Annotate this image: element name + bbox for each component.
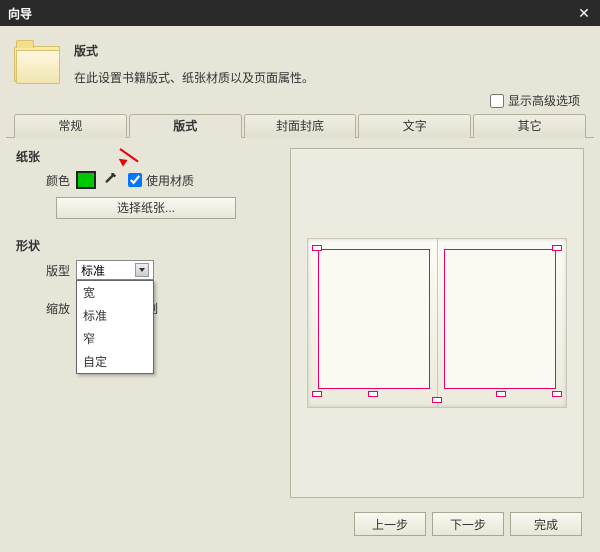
crop-handle[interactable] — [552, 245, 562, 251]
scale-label: 缩放 — [40, 300, 70, 317]
layout-option-standard[interactable]: 标准 — [77, 304, 153, 327]
prev-button[interactable]: 上一步 — [354, 512, 426, 536]
layout-option-narrow[interactable]: 窄 — [77, 327, 153, 350]
layout-option-custom[interactable]: 自定 — [77, 350, 153, 373]
preview-page-left — [318, 249, 430, 389]
crop-handle[interactable] — [312, 245, 322, 251]
use-material-checkbox[interactable]: 使用材质 — [128, 172, 194, 189]
color-swatch[interactable] — [76, 171, 96, 189]
next-button[interactable]: 下一步 — [432, 512, 504, 536]
annotation-arrow — [120, 148, 142, 150]
layout-type-label: 版型 — [40, 262, 70, 279]
crop-handle[interactable] — [552, 391, 562, 397]
tab-cover[interactable]: 封面封底 — [244, 114, 357, 138]
preview-panel — [290, 148, 584, 498]
page-description: 在此设置书籍版式、纸张材质以及页面属性。 — [74, 69, 586, 86]
page-heading: 版式 — [74, 42, 586, 59]
section-paper: 纸张 — [16, 148, 282, 165]
folder-icon — [14, 40, 62, 88]
finish-button[interactable]: 完成 — [510, 512, 582, 536]
section-shape: 形状 — [16, 237, 282, 254]
crop-handle[interactable] — [496, 391, 506, 397]
tab-general[interactable]: 常规 — [14, 114, 127, 138]
use-material-label: 使用材质 — [146, 172, 194, 189]
color-label: 颜色 — [40, 172, 70, 189]
close-icon[interactable]: ✕ — [576, 5, 592, 21]
preview-page-right — [444, 249, 556, 389]
show-advanced-checkbox[interactable]: 显示高级选项 — [490, 92, 580, 109]
eyedropper-icon[interactable] — [102, 172, 118, 188]
show-advanced-label: 显示高级选项 — [508, 92, 580, 109]
tab-other[interactable]: 其它 — [473, 114, 586, 138]
tab-layout[interactable]: 版式 — [129, 114, 242, 138]
crop-handle[interactable] — [312, 391, 322, 397]
layout-option-wide[interactable]: 宽 — [77, 281, 153, 304]
tab-bar: 常规 版式 封面封底 文字 其它 — [6, 113, 594, 138]
choose-paper-button[interactable]: 选择纸张... — [56, 197, 236, 219]
window-title: 向导 — [8, 5, 576, 22]
chevron-down-icon — [135, 263, 149, 277]
book-preview — [307, 238, 567, 408]
layout-type-value: 标准 — [81, 262, 105, 279]
crop-handle[interactable] — [432, 397, 442, 403]
tab-text[interactable]: 文字 — [358, 114, 471, 138]
layout-type-dropdown: 宽 标准 窄 自定 — [76, 280, 154, 374]
crop-handle[interactable] — [368, 391, 378, 397]
layout-type-select[interactable]: 标准 — [76, 260, 154, 280]
